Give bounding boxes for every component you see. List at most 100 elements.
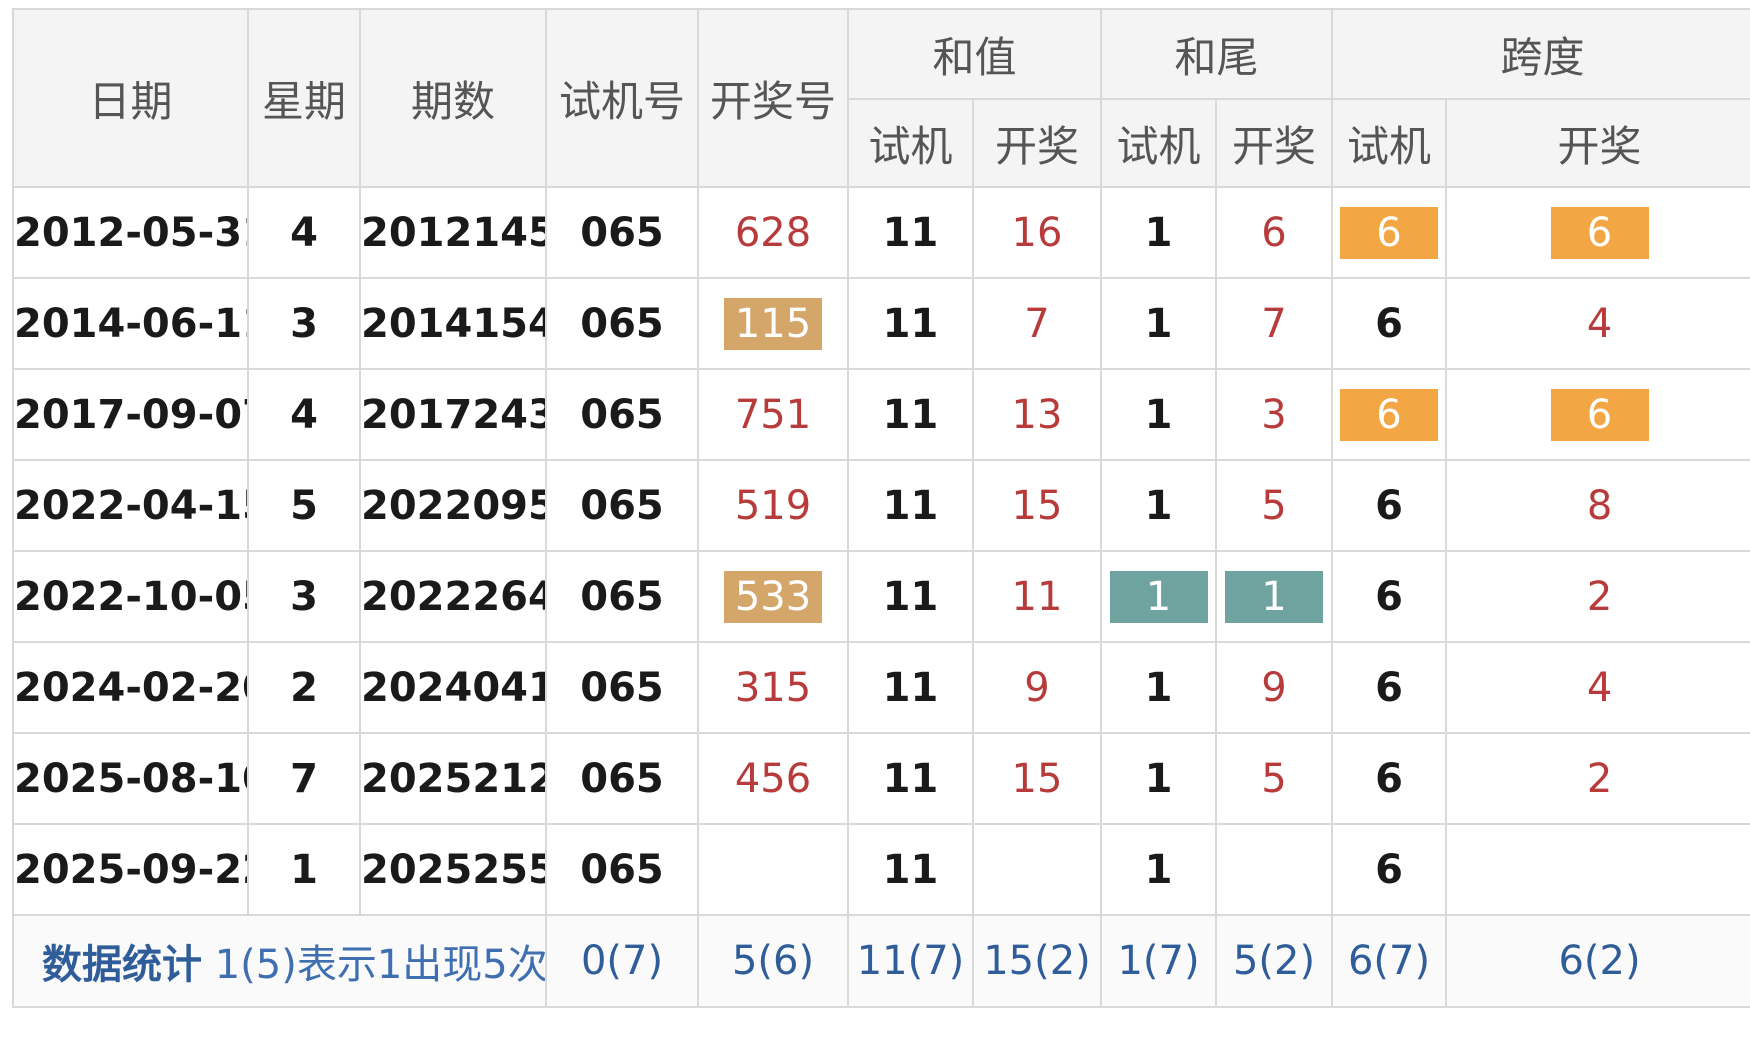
test-number-cell: 065 — [545, 459, 699, 552]
table-row: 2024-02-20 2 2024041 065 315 11 9 1 9 6 … — [12, 641, 1750, 734]
draw-number-cell: 115 — [697, 277, 849, 370]
span-test-cell: 6 — [1331, 186, 1448, 279]
table-row: 2025-09-22 1 2025255 065 11 1 6 — [12, 823, 1750, 916]
date-cell: 2022-10-05 — [12, 550, 249, 643]
header-weekday: 星期 — [247, 8, 361, 188]
weekday-cell: 3 — [247, 550, 361, 643]
header-span-draw: 开奖 — [1445, 98, 1750, 188]
test-number-cell: 065 — [545, 550, 699, 643]
tail-draw-cell: 9 — [1215, 641, 1334, 734]
date-cell: 2014-06-11 — [12, 277, 249, 370]
sum-draw-cell: 9 — [971, 641, 1103, 734]
sum-draw-cell: 15 — [971, 459, 1103, 552]
draw-number-cell: 315 — [697, 641, 849, 734]
stats-note: 1(5)表示1出现5次 — [214, 942, 546, 988]
tail-highlight: 1 — [1109, 570, 1208, 623]
tail-draw-cell — [1215, 823, 1334, 916]
stats-sum-draw: 15(2) — [971, 914, 1103, 1008]
stats-sum-test: 11(7) — [847, 914, 974, 1008]
test-number-cell: 065 — [545, 732, 699, 825]
header-test-number: 试机号 — [545, 8, 699, 188]
span-test-cell: 6 — [1331, 368, 1448, 461]
sum-test-cell: 11 — [847, 368, 974, 461]
span-draw-cell: 8 — [1445, 459, 1750, 552]
draw-number-cell — [697, 823, 849, 916]
issue-cell: 2017243 — [359, 368, 547, 461]
stats-test: 0(7) — [545, 914, 699, 1008]
issue-cell: 2025212 — [359, 732, 547, 825]
weekday-cell: 7 — [247, 732, 361, 825]
stats-tail-test: 1(7) — [1100, 914, 1218, 1008]
date-cell: 2025-09-22 — [12, 823, 249, 916]
header-issue: 期数 — [359, 8, 547, 188]
sum-test-cell: 11 — [847, 732, 974, 825]
tail-test-cell: 1 — [1100, 459, 1218, 552]
weekday-cell: 5 — [247, 459, 361, 552]
sum-draw-cell: 15 — [971, 732, 1103, 825]
tail-draw-cell: 6 — [1215, 186, 1334, 279]
table-row: 2025-08-10 7 2025212 065 456 11 15 1 5 6… — [12, 732, 1750, 825]
header-span-test: 试机 — [1331, 98, 1448, 188]
tail-test-cell: 1 — [1100, 823, 1218, 916]
span-test-cell: 6 — [1331, 641, 1448, 734]
sum-draw-cell: 11 — [971, 550, 1103, 643]
stats-span-draw: 6(2) — [1445, 914, 1750, 1008]
issue-cell: 2022264 — [359, 550, 547, 643]
sum-test-cell: 11 — [847, 641, 974, 734]
span-draw-cell: 4 — [1445, 277, 1750, 370]
test-number-cell: 065 — [545, 277, 699, 370]
tail-draw-cell: 1 — [1215, 550, 1334, 643]
issue-cell: 2022095 — [359, 459, 547, 552]
table-row: 2022-10-05 3 2022264 065 533 11 11 1 1 6… — [12, 550, 1750, 643]
issue-cell: 2024041 — [359, 641, 547, 734]
tail-test-cell: 1 — [1100, 550, 1218, 643]
header-tail-draw: 开奖 — [1215, 98, 1334, 188]
sum-draw-cell: 16 — [971, 186, 1103, 279]
draw-number-cell: 628 — [697, 186, 849, 279]
span-test-cell: 6 — [1331, 459, 1448, 552]
span-highlight: 6 — [1550, 388, 1649, 441]
weekday-cell: 4 — [247, 186, 361, 279]
span-test-cell: 6 — [1331, 823, 1448, 916]
issue-cell: 2012145 — [359, 186, 547, 279]
table-row: 2012-05-31 4 2012145 065 628 11 16 1 6 6… — [12, 186, 1750, 279]
stats-span-test: 6(7) — [1331, 914, 1448, 1008]
tail-test-cell: 1 — [1100, 368, 1218, 461]
table-row: 2022-04-15 5 2022095 065 519 11 15 1 5 6… — [12, 459, 1750, 552]
header-draw-number: 开奖号 — [697, 8, 849, 188]
draw-number-cell: 533 — [697, 550, 849, 643]
span-draw-cell: 6 — [1445, 186, 1750, 279]
span-highlight: 6 — [1340, 388, 1439, 441]
test-number-cell: 065 — [545, 823, 699, 916]
issue-cell: 2014154 — [359, 277, 547, 370]
date-cell: 2022-04-15 — [12, 459, 249, 552]
span-test-cell: 6 — [1331, 277, 1448, 370]
table-row: 2017-09-07 4 2017243 065 751 11 13 1 3 6… — [12, 368, 1750, 461]
date-cell: 2024-02-20 — [12, 641, 249, 734]
header-date: 日期 — [12, 8, 249, 188]
tail-test-cell: 1 — [1100, 641, 1218, 734]
date-cell: 2017-09-07 — [12, 368, 249, 461]
test-number-cell: 065 — [545, 641, 699, 734]
test-number-cell: 065 — [545, 186, 699, 279]
date-cell: 2025-08-10 — [12, 732, 249, 825]
sum-draw-cell: 13 — [971, 368, 1103, 461]
span-draw-cell: 4 — [1445, 641, 1750, 734]
tail-test-cell: 1 — [1100, 277, 1218, 370]
weekday-cell: 3 — [247, 277, 361, 370]
draw-highlight: 115 — [724, 297, 822, 350]
sum-draw-cell: 7 — [971, 277, 1103, 370]
header-tail-test: 试机 — [1100, 98, 1218, 188]
stats-draw: 5(6) — [697, 914, 849, 1008]
tail-test-cell: 1 — [1100, 732, 1218, 825]
span-draw-cell: 2 — [1445, 732, 1750, 825]
span-highlight: 6 — [1550, 206, 1649, 259]
header-sum-draw: 开奖 — [971, 98, 1103, 188]
weekday-cell: 2 — [247, 641, 361, 734]
span-draw-cell: 2 — [1445, 550, 1750, 643]
tail-draw-cell: 3 — [1215, 368, 1334, 461]
weekday-cell: 4 — [247, 368, 361, 461]
header-sum: 和值 — [846, 8, 1103, 100]
stats-label: 数据统计 — [42, 942, 202, 988]
stats-tail-draw: 5(2) — [1215, 914, 1334, 1008]
